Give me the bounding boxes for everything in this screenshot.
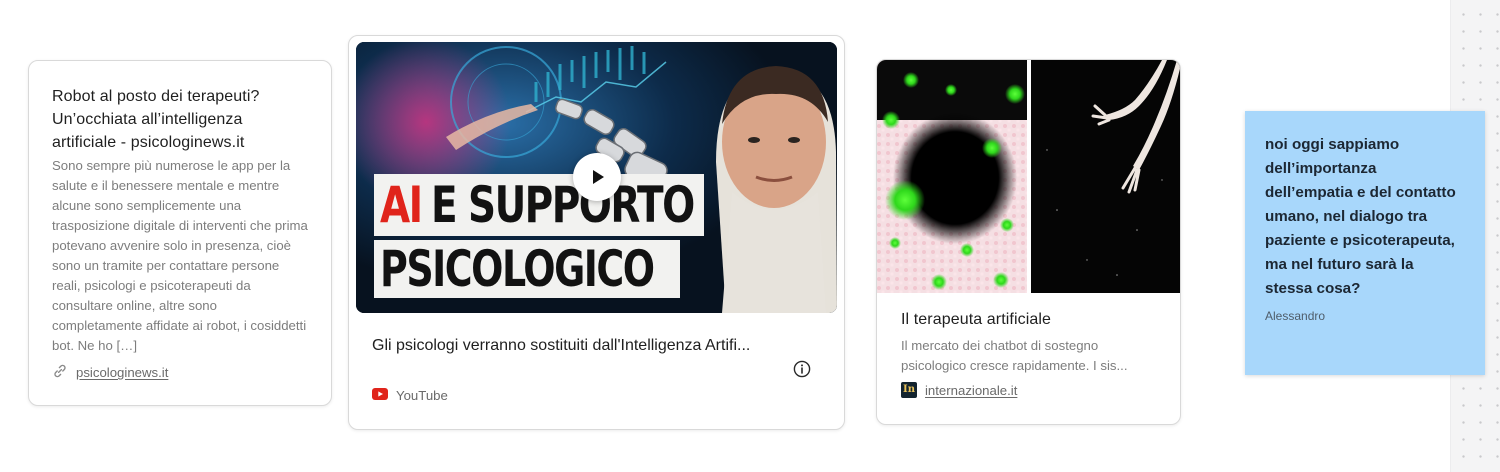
thumbnail-heading-ai: AI: [380, 176, 423, 234]
note-author: Alessandro: [1265, 309, 1326, 323]
source-link[interactable]: psicologinews.it: [76, 365, 168, 380]
card-title: Gli psicologi verranno sostituiti dall'I…: [372, 337, 751, 354]
youtube-icon: [372, 388, 388, 403]
card-source[interactable]: psicologinews.it: [52, 363, 168, 382]
article-image: [877, 60, 1180, 293]
thumbnail-heading-line1: AI E SUPPORTO: [380, 174, 695, 236]
card-title: Il terapeuta artificiale: [901, 311, 1052, 328]
source-label: YouTube: [396, 388, 448, 403]
info-icon[interactable]: [793, 360, 811, 378]
link-icon: [52, 363, 68, 382]
internazionale-logo-icon: In: [901, 382, 917, 398]
source-link[interactable]: internazionale.it: [925, 383, 1017, 398]
thumbnail-heading-line2: PSICOLOGICO: [380, 240, 655, 298]
play-icon: [593, 170, 604, 184]
video-card-youtube[interactable]: AI E SUPPORTO PSICOLOGICO Gli psicologi …: [348, 35, 845, 430]
note-text: noi oggi sappiamo dell’importanza dell’e…: [1265, 136, 1456, 297]
card-title: Robot al posto dei terapeuti? Un’occhiat…: [52, 88, 260, 151]
card-source[interactable]: YouTube: [372, 388, 448, 403]
link-card-internazionale[interactable]: Il terapeuta artificiale Il mercato dei …: [876, 59, 1181, 425]
thumbnail-heading-supporto: E SUPPORTO: [430, 176, 695, 234]
link-card-psicologinews[interactable]: Robot al posto dei terapeuti? Un’occhiat…: [28, 60, 332, 406]
video-thumbnail[interactable]: AI E SUPPORTO PSICOLOGICO: [356, 42, 837, 313]
card-description: Sono sempre più numerose le app per la s…: [52, 158, 308, 353]
play-button[interactable]: [573, 153, 621, 201]
card-source[interactable]: In internazionale.it: [901, 382, 1017, 398]
sticky-note[interactable]: noi oggi sappiamo dell’importanza dell’e…: [1245, 111, 1485, 375]
card-description: Il mercato dei chatbot di sostegno psico…: [901, 338, 1128, 373]
